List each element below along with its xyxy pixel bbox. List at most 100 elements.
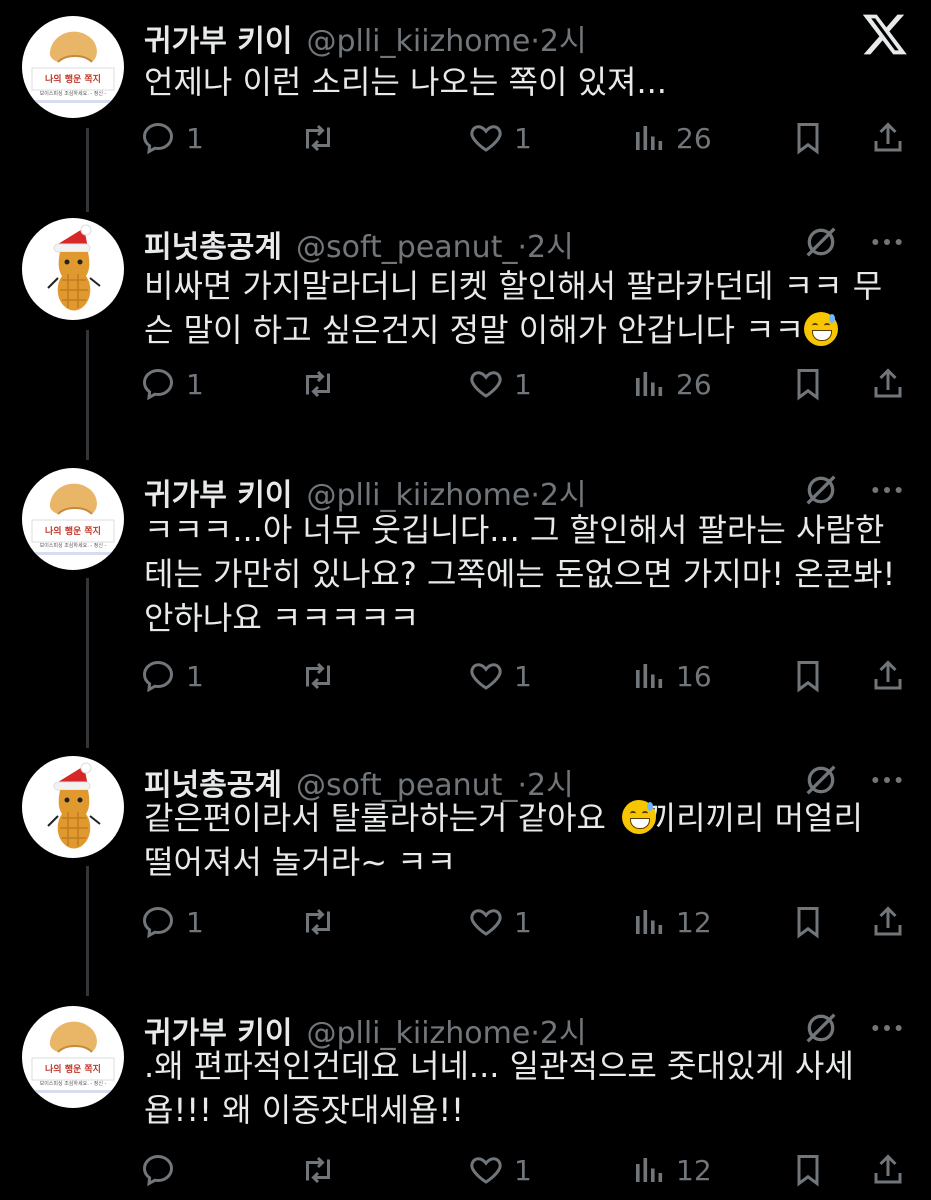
like-button[interactable]: 1: [468, 120, 532, 156]
avatar-sublabel: 보이스피싱 조심하세요. - 정신 -: [39, 91, 107, 97]
retweet-icon: [306, 908, 330, 936]
avatar-fortune-cookie[interactable]: 나의 행운 쪽지 보이스피싱 조심하세요. - 정신 -: [22, 468, 124, 570]
user-handle[interactable]: @soft_peanut_: [296, 230, 517, 265]
like-button[interactable]: 1: [468, 366, 532, 402]
fortune-cookie-icon: [31, 1021, 115, 1093]
like-count: 1: [514, 659, 532, 693]
avatar-sublabel: 보이스피싱 조심하세요. - 정신 -: [39, 543, 107, 549]
fortune-cookie-icon: [31, 31, 115, 103]
tweet[interactable]: 피넛총공계 @soft_peanut_ ·2시 같은편이라서 탈룰라하는거 같아…: [0, 750, 931, 1000]
sweat-smile-emoji-icon: [804, 312, 838, 346]
more-options-icon[interactable]: [867, 222, 907, 262]
share-button[interactable]: [870, 658, 906, 694]
avatar-peanut-santa[interactable]: [22, 756, 124, 858]
heart-icon: [470, 663, 502, 690]
tweet-header: 귀가부 키이 @plli_kiizhome ·2시: [144, 16, 587, 60]
views-icon: [636, 126, 663, 150]
reply-button[interactable]: 1: [140, 366, 204, 402]
more-options-icon[interactable]: [867, 470, 907, 510]
like-button[interactable]: 1: [468, 1152, 532, 1188]
retweet-button[interactable]: [300, 1152, 346, 1188]
reply-button[interactable]: [140, 1152, 186, 1188]
views-button[interactable]: 16: [630, 658, 712, 694]
reply-button[interactable]: 1: [140, 658, 204, 694]
avatar-fortune-cookie[interactable]: 나의 행운 쪽지 보이스피싱 조심하세요. - 정신 -: [22, 16, 124, 118]
like-count: 1: [514, 367, 532, 401]
tweet-top-actions: [801, 760, 907, 800]
tweet[interactable]: 나의 행운 쪽지 보이스피싱 조심하세요. - 정신 - 귀가부 키이 @pll…: [0, 460, 931, 750]
bookmark-icon: [797, 1155, 819, 1187]
tweet-text: 언제나 이런 소리는 나오는 쪽이 있져...: [144, 63, 667, 101]
reply-icon: [142, 906, 174, 939]
tweet-text: ㅋㅋㅋ...아 너무 웃깁니다... 그 할인해서 팔라는 사람한 테는 가만히…: [144, 511, 896, 637]
grok-icon[interactable]: [801, 222, 841, 262]
retweet-button[interactable]: [300, 120, 346, 156]
views-icon: [636, 1158, 663, 1182]
bookmark-icon: [797, 661, 819, 693]
tweet[interactable]: 나의 행운 쪽지 보이스피싱 조심하세요. - 정신 - 귀가부 키이 @pll…: [0, 998, 931, 1200]
tweet[interactable]: 나의 행운 쪽지 보이스피싱 조심하세요. - 정신 - 귀가부 키이 @pll…: [0, 6, 931, 186]
display-name[interactable]: 귀가부 키이: [144, 16, 292, 60]
reply-icon: [142, 1154, 174, 1187]
bookmark-button[interactable]: [790, 1152, 826, 1188]
share-button[interactable]: [870, 366, 906, 402]
share-icon: [874, 368, 902, 398]
grok-icon[interactable]: [801, 760, 841, 800]
tweet-actions: 1 1 16: [140, 658, 910, 702]
more-options-icon[interactable]: [867, 760, 907, 800]
reply-icon: [142, 368, 174, 401]
reply-count: 1: [186, 905, 204, 939]
user-handle[interactable]: @plli_kiizhome: [306, 24, 530, 59]
reply-icon: [142, 122, 174, 155]
views-count: 26: [676, 121, 712, 155]
share-button[interactable]: [870, 120, 906, 156]
heart-icon: [470, 909, 502, 936]
views-button[interactable]: 26: [630, 366, 712, 402]
peanut-santa-icon: [47, 762, 101, 849]
views-count: 12: [676, 905, 712, 939]
views-button[interactable]: 12: [630, 1152, 712, 1188]
retweet-button[interactable]: [300, 366, 346, 402]
reply-button[interactable]: 1: [140, 120, 204, 156]
reply-button[interactable]: 1: [140, 904, 204, 940]
share-button[interactable]: [870, 1152, 906, 1188]
display-name[interactable]: 피넛총공계: [144, 222, 282, 266]
fortune-cookie-icon: [31, 483, 115, 555]
views-button[interactable]: 26: [630, 120, 712, 156]
retweet-icon: [306, 124, 330, 152]
bookmark-button[interactable]: [790, 658, 826, 694]
bookmark-icon: [797, 369, 819, 401]
views-button[interactable]: 12: [630, 904, 712, 940]
bookmark-button[interactable]: [790, 120, 826, 156]
views-count: 26: [676, 367, 712, 401]
tweet-actions: 1 12: [140, 1152, 910, 1196]
timestamp[interactable]: ·2시: [517, 222, 573, 266]
avatar-label: 나의 행운 쪽지: [45, 527, 101, 537]
timestamp[interactable]: ·2시: [530, 16, 586, 60]
grok-icon[interactable]: [801, 1008, 841, 1048]
like-count: 1: [514, 905, 532, 939]
avatar-peanut-santa[interactable]: [22, 218, 124, 320]
share-icon: [874, 906, 902, 936]
views-icon: [636, 664, 663, 688]
retweet-icon: [306, 370, 330, 398]
heart-icon: [470, 371, 502, 398]
like-button[interactable]: 1: [468, 658, 532, 694]
tweet-actions: 1 1 12: [140, 904, 910, 948]
retweet-button[interactable]: [300, 658, 346, 694]
like-button[interactable]: 1: [468, 904, 532, 940]
tweet-text: 같은편이라서 탈룰라하는거 같아요 끼리끼리 머얼리 떨어져서 놀거라~ ㅋㅋ: [144, 799, 863, 881]
bookmark-button[interactable]: [790, 366, 826, 402]
avatar-label: 나의 행운 쪽지: [45, 1065, 101, 1075]
bookmark-button[interactable]: [790, 904, 826, 940]
avatar-fortune-cookie[interactable]: 나의 행운 쪽지 보이스피싱 조심하세요. - 정신 -: [22, 1006, 124, 1108]
share-icon: [874, 1154, 902, 1184]
reply-icon: [142, 660, 174, 693]
more-options-icon[interactable]: [867, 1008, 907, 1048]
share-button[interactable]: [870, 904, 906, 940]
bookmark-icon: [797, 907, 819, 939]
avatar-label: 나의 행운 쪽지: [45, 75, 101, 85]
retweet-button[interactable]: [300, 904, 346, 940]
grok-icon[interactable]: [801, 470, 841, 510]
tweet[interactable]: 피넛총공계 @soft_peanut_ ·2시 비싸면 가지말라더니 티켓 할인…: [0, 212, 931, 462]
